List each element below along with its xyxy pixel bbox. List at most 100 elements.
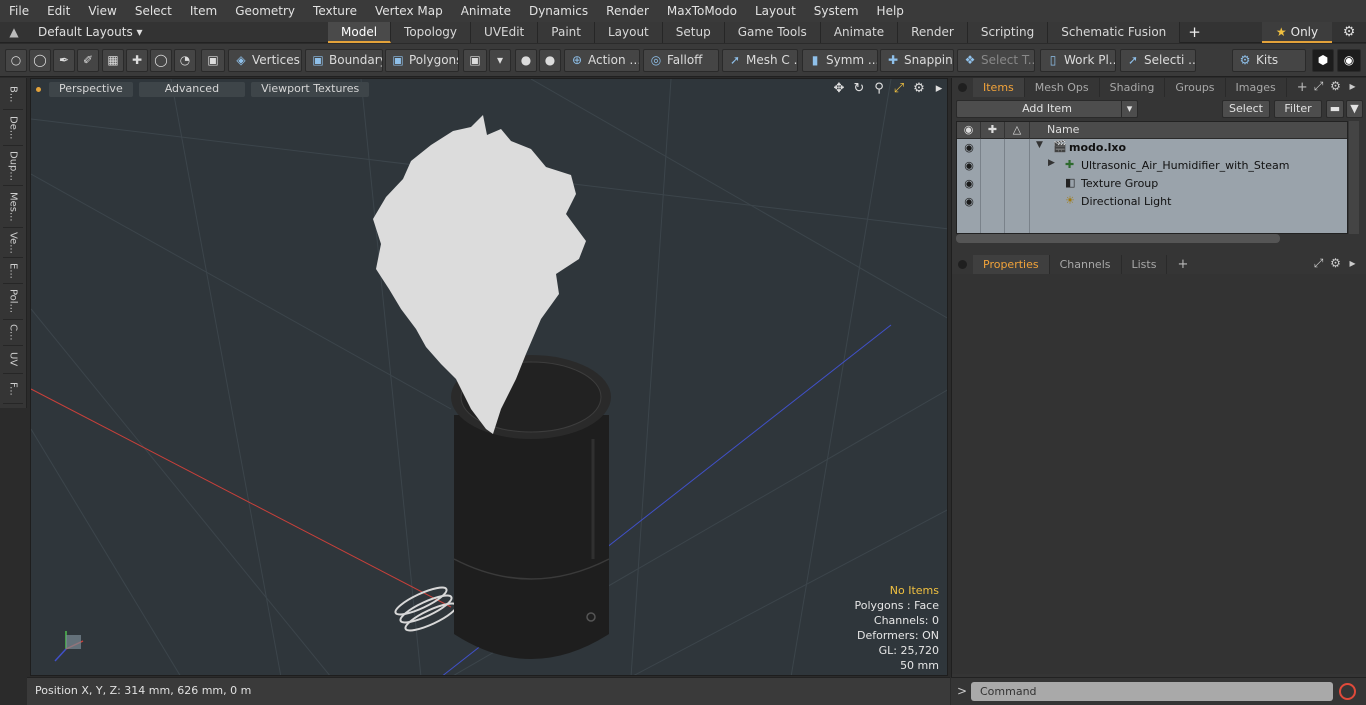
move-button[interactable]: ✚ — [126, 49, 148, 72]
vertices-button[interactable]: ◈ Vertices — [228, 49, 302, 72]
tab-channels[interactable]: Channels — [1050, 255, 1122, 274]
panel-menu-dot-icon[interactable] — [958, 260, 967, 269]
tab-mesh-ops[interactable]: Mesh Ops — [1025, 78, 1100, 97]
transform-button[interactable]: ▦ — [102, 49, 124, 72]
zoom-icon[interactable]: ⚲ — [869, 81, 889, 96]
tree-row-scene[interactable]: ◉ ▼ 🎬 modo.lxo — [957, 139, 1347, 157]
visibility-header-eye-icon[interactable]: ◉ — [957, 122, 981, 139]
menu-help[interactable]: Help — [868, 4, 913, 18]
add-item-button[interactable]: Add Item ▾ — [956, 100, 1138, 118]
vtab-edge[interactable]: E... — [3, 258, 23, 284]
kits-button[interactable]: ⚙ Kits — [1232, 49, 1306, 72]
menu-render[interactable]: Render — [597, 4, 658, 18]
tab-lists[interactable]: Lists — [1122, 255, 1168, 274]
select-through-button[interactable]: ❖ Select T... — [957, 49, 1035, 72]
eye-icon[interactable]: ◉ — [962, 177, 976, 191]
menu-texture[interactable]: Texture — [304, 4, 366, 18]
play-right-icon[interactable]: ▸ — [929, 81, 947, 96]
menu-geometry[interactable]: Geometry — [226, 4, 304, 18]
menu-view[interactable]: View — [79, 4, 125, 18]
tab-images[interactable]: Images — [1226, 78, 1287, 97]
globe-button[interactable]: ◯ — [29, 49, 51, 72]
select-sphere-button[interactable]: ○ — [5, 49, 27, 72]
name-column-header[interactable]: Name — [1041, 122, 1079, 139]
item-list-vertical-scrollbar[interactable] — [1349, 121, 1359, 234]
tab-setup[interactable]: Setup — [662, 21, 725, 43]
lock-header-icon[interactable]: ✚ — [981, 122, 1005, 139]
item-list-horizontal-scrollbar[interactable] — [956, 234, 1280, 243]
tree-row-directional-light[interactable]: ◉ ☀ Directional Light — [957, 193, 1347, 211]
panel-play-icon[interactable]: ▸ — [1344, 79, 1361, 94]
pan-icon[interactable]: ✥ — [829, 81, 849, 96]
advanced-button[interactable]: Advanced — [138, 81, 246, 97]
gear-icon[interactable]: ⚙ — [1340, 24, 1358, 42]
shield-toggle-button[interactable]: ● — [539, 49, 561, 72]
vtab-duplicate[interactable]: Dup... — [3, 146, 23, 186]
material-button[interactable]: ▣ — [463, 49, 487, 72]
polygons-button[interactable]: ▣ Polygons — [385, 49, 459, 72]
tab-render[interactable]: Render — [898, 21, 968, 43]
tab-paint[interactable]: Paint — [538, 21, 595, 43]
tree-row-texture-group[interactable]: ◉ ◧ Texture Group — [957, 175, 1347, 193]
tab-game-tools[interactable]: Game Tools — [724, 21, 821, 43]
eye-icon[interactable]: ◉ — [962, 159, 976, 173]
tab-items[interactable]: Items — [973, 78, 1025, 97]
falloff-button[interactable]: ◎ Falloff — [643, 49, 719, 72]
panel-gear-icon[interactable]: ⚙ — [1327, 256, 1344, 271]
tab-schematic-fusion[interactable]: Schematic Fusion — [1048, 21, 1181, 43]
vtab-uv[interactable]: UV — [3, 346, 23, 374]
pen-button[interactable]: ✒ — [53, 49, 75, 72]
expand-icon[interactable]: ⤢ — [1310, 79, 1327, 94]
filter-button[interactable]: Filter — [1274, 100, 1322, 118]
panel-gear-icon[interactable]: ⚙ — [1327, 79, 1344, 94]
menu-animate[interactable]: Animate — [452, 4, 520, 18]
mesh-constraint-button[interactable]: ➚ Mesh C ... — [722, 49, 798, 72]
rotate-button[interactable]: ◯ — [150, 49, 172, 72]
tab-groups[interactable]: Groups — [1165, 78, 1226, 97]
tab-uvedit[interactable]: UVEdit — [471, 21, 539, 43]
tree-row-humidifier[interactable]: ◉ ▶ ✚ Ultrasonic_Air_Humidifier_with_Ste… — [957, 157, 1347, 175]
3d-viewport[interactable]: Perspective Advanced Viewport Textures ✥… — [30, 78, 948, 676]
menu-select[interactable]: Select — [126, 4, 181, 18]
tab-model[interactable]: Model — [328, 21, 392, 43]
vtab-polygon[interactable]: Pol... — [3, 284, 23, 320]
tab-properties[interactable]: Properties — [973, 255, 1050, 274]
symmetry-button[interactable]: ▮ Symm ... — [802, 49, 878, 72]
tab-scripting[interactable]: Scripting — [967, 21, 1049, 43]
viewport-menu-dot-icon[interactable] — [36, 86, 41, 92]
material-dropdown[interactable]: ▾ — [489, 49, 511, 72]
tab-topology[interactable]: Topology — [391, 21, 472, 43]
vtab-deform[interactable]: De... — [3, 110, 23, 146]
orbit-icon[interactable]: ↻ — [849, 81, 869, 96]
funnel-button[interactable]: ▼ — [1346, 100, 1363, 118]
menu-layout[interactable]: Layout — [746, 4, 805, 18]
panel-menu-dot-icon[interactable] — [958, 83, 967, 92]
unreal-button[interactable]: ◉ — [1337, 49, 1361, 72]
menu-vertex-map[interactable]: Vertex Map — [366, 4, 452, 18]
tab-layout[interactable]: Layout — [594, 21, 663, 43]
viewport-textures-button[interactable]: Viewport Textures — [251, 81, 370, 97]
only-toggle[interactable]: ★ Only — [1262, 22, 1332, 43]
boundary-button[interactable]: ▣ Boundary — [305, 49, 383, 72]
chevron-down-icon[interactable]: ▾ — [1121, 101, 1137, 117]
brush-button[interactable]: ✐ — [77, 49, 99, 72]
vtab-basic[interactable]: B... — [3, 80, 23, 110]
add-panel-tab-button[interactable]: + — [1167, 255, 1198, 274]
menu-maxtomodo[interactable]: MaxToModo — [658, 4, 746, 18]
menu-system[interactable]: System — [805, 4, 868, 18]
record-icon[interactable] — [1339, 683, 1356, 700]
eye-icon[interactable]: ◉ — [962, 141, 976, 155]
work-plane-button[interactable]: ▯ Work Pl... — [1040, 49, 1116, 72]
vtab-vertex[interactable]: Ve... — [3, 228, 23, 258]
expand-icon[interactable]: ⤢ — [1310, 256, 1327, 271]
menu-dynamics[interactable]: Dynamics — [520, 4, 597, 18]
eye-icon[interactable]: ◉ — [962, 195, 976, 209]
menu-edit[interactable]: Edit — [38, 4, 79, 18]
vtab-curve[interactable]: C... — [3, 320, 23, 346]
maximize-icon[interactable]: ⤢ — [889, 81, 909, 96]
menu-file[interactable]: File — [0, 4, 38, 18]
vtab-fusion[interactable]: F... — [3, 374, 23, 404]
tab-shading[interactable]: Shading — [1100, 78, 1166, 97]
layouts-dropdown[interactable]: Default Layouts ▾ — [28, 25, 328, 39]
menu-item[interactable]: Item — [181, 4, 226, 18]
